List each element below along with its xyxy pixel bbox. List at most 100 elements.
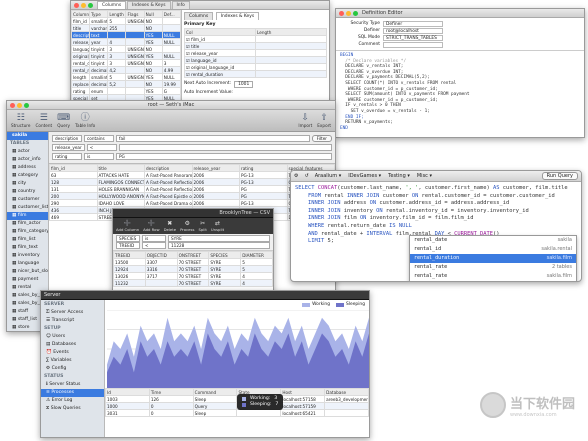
filter-select[interactable]: release_year <box>52 143 85 151</box>
minimize-icon[interactable] <box>346 10 351 16</box>
server-item-processes[interactable]: ≡ Processes <box>41 389 104 397</box>
server-item-server-status[interactable]: ℹ Server Status <box>41 381 104 389</box>
csv-delete-button[interactable]: ✖ Delete <box>164 220 176 232</box>
server-item-transcript[interactable]: ☰ Transcript <box>41 317 104 325</box>
database-name[interactable]: sakila <box>7 132 48 140</box>
column-header[interactable]: Time <box>148 388 194 396</box>
column-header[interactable]: release_year <box>191 164 240 172</box>
csv-filter-select[interactable]: is <box>142 235 166 242</box>
run-query-button[interactable]: Run Query <box>541 172 578 180</box>
column-header[interactable]: OBJECTID <box>144 251 178 259</box>
column-row[interactable]: rental_ratedecimal4,2 NO4.99 <box>71 66 181 74</box>
zoom-icon[interactable] <box>353 10 358 16</box>
column-row[interactable]: lengthsmallint5UNSIGNEDYESNULL <box>71 73 181 81</box>
column-header[interactable]: SPECIES <box>208 251 242 259</box>
sidebar-item-film[interactable]: ▦ film <box>7 212 48 220</box>
column-header[interactable]: Command <box>192 388 238 396</box>
tab-indexes[interactable]: Indexes & Keys <box>127 1 171 9</box>
filter-select[interactable]: description <box>52 134 82 142</box>
toolbar-export-button[interactable]: ⇧ Export <box>317 113 331 128</box>
filter-value-input[interactable]: fail <box>116 134 310 142</box>
column-row[interactable]: original_language_idtinyint3UNSIGNEDYESN… <box>71 52 181 60</box>
sidebar-item-category[interactable]: ▦ category <box>7 172 48 180</box>
sidebar-item-payment[interactable]: ▦ payment <box>7 276 48 284</box>
close-icon[interactable] <box>339 10 344 16</box>
server-item-events[interactable]: ⏰ Events <box>41 349 104 357</box>
sidebar-item-inventory[interactable]: ▦ inventory <box>7 252 48 260</box>
csv-add-row-button[interactable]: ➕ Add Row <box>143 220 159 232</box>
sidebar-item-city[interactable]: ▦ city <box>7 180 48 188</box>
autocomplete-item[interactable]: rental_rate sakila.film <box>410 272 576 281</box>
index-row[interactable]: ☑ title <box>184 42 327 50</box>
csv-process-button[interactable]: ⚙ Process <box>180 220 194 232</box>
history-icon[interactable]: ↺ <box>304 173 308 179</box>
autocomplete-item[interactable]: rental_rate 2 tables <box>410 263 576 272</box>
sidebar-item-language[interactable]: ▦ language <box>7 260 48 268</box>
column-header[interactable]: TREEID <box>113 251 146 259</box>
server-item-variables[interactable]: ∑ Variables <box>41 357 104 365</box>
server-item-server-access[interactable]: ⚿ Server Access <box>41 309 104 317</box>
column-header[interactable]: DIAMETER <box>240 251 273 259</box>
toolbar-content-button[interactable]: ☰ Content <box>35 113 52 128</box>
toolbar-import-button[interactable]: ⇩ Import <box>298 113 312 128</box>
menu-idevgames[interactable]: IDevGames ▾ <box>348 173 381 179</box>
close-icon[interactable] <box>10 102 15 108</box>
csv-row[interactable]: 12924 3316 70 STREET SYRE 5 <box>113 265 273 273</box>
index-row[interactable]: ☑ rental_duration <box>184 70 327 78</box>
csv-unsplit-button[interactable]: ⇄ Unsplit <box>211 220 224 232</box>
tab-columns[interactable]: Columns <box>97 1 127 9</box>
server-item-error-log[interactable]: ⚠ Error Log <box>41 397 104 405</box>
column-row[interactable]: rating enum YES G <box>71 87 181 95</box>
definition-field-value[interactable]: root@localhost <box>383 27 443 34</box>
index-row[interactable]: ☑ original_language_id <box>184 63 327 71</box>
menu-misc[interactable]: Misc ▾ <box>417 173 432 179</box>
csv-filter-select[interactable]: TREEID <box>116 242 140 249</box>
filter-value-input[interactable] <box>118 143 332 151</box>
filter-select[interactable]: is <box>84 152 114 160</box>
minimize-icon[interactable] <box>81 2 86 8</box>
index-row[interactable]: ☑ film_id <box>184 35 327 43</box>
zoom-icon[interactable] <box>24 102 29 108</box>
server-item-databases[interactable]: ▤ Databases <box>41 341 104 349</box>
csv-row[interactable]: 13500 3307 70 STREET SYRE 5 <box>113 258 273 266</box>
bookmark-icon[interactable]: ⚙ <box>294 173 298 179</box>
column-header[interactable]: Database <box>324 388 369 396</box>
column-row[interactable]: release_yearyear4 YESNULL <box>71 38 181 46</box>
column-header[interactable]: Flags <box>125 10 145 18</box>
autocomplete-item[interactable]: rental_duration sakila.film <box>410 254 576 263</box>
column-row[interactable]: descriptiontext YESNULL <box>71 31 181 39</box>
close-icon[interactable] <box>74 2 79 8</box>
column-row[interactable]: replacement_costdecimal5,2 NO19.99 <box>71 80 181 88</box>
csv-split-button[interactable]: ✂ Split <box>198 220 206 232</box>
menu-testing[interactable]: Testing ▾ <box>388 173 410 179</box>
column-header[interactable]: ONSTREET <box>176 251 210 259</box>
definition-field-value[interactable] <box>383 41 443 48</box>
definition-field-value[interactable]: Definer <box>383 20 443 27</box>
sidebar-item-customer_list[interactable]: ▦ customer_list <box>7 204 48 212</box>
sidebar-item-address[interactable]: ▦ address <box>7 164 48 172</box>
server-item-slow-queries[interactable]: ⧖ Slow Queries <box>41 405 104 413</box>
tab-index-keys[interactable]: Indexes & Keys <box>215 12 260 20</box>
server-item-users[interactable]: ☺ Users <box>41 333 104 341</box>
csv-filter-select[interactable]: SPECIES <box>116 235 140 242</box>
column-header[interactable]: Length <box>107 10 127 18</box>
autocomplete-item[interactable]: rental_id sakila.rental <box>410 245 576 254</box>
filter-select[interactable]: rating <box>52 152 82 160</box>
toolbar-table-info-button[interactable]: ⓘ Table Info <box>75 113 95 128</box>
sidebar-item-film_list[interactable]: ▦ film_list <box>7 236 48 244</box>
column-header[interactable]: Host <box>280 388 326 396</box>
column-row[interactable]: title varchar 255 NO <box>71 24 181 32</box>
column-header[interactable]: Null <box>143 10 163 18</box>
toolbar-query-button[interactable]: ⌨ Query <box>57 113 70 128</box>
csv-filter-select[interactable]: < <box>142 242 166 249</box>
tab-index-columns[interactable]: Columns <box>184 12 214 20</box>
csv-add-column-button[interactable]: ➕ Add Column <box>116 220 139 232</box>
csv-filter-value[interactable]: 11228 <box>168 242 270 249</box>
tab-info[interactable]: Info <box>171 1 190 9</box>
sidebar-item-actor[interactable]: ▦ actor <box>7 148 48 156</box>
column-header[interactable]: Id <box>105 388 150 396</box>
sidebar-item-nicer_but_slower_film_list[interactable]: ▦ nicer_but_slower_film_list <box>7 268 48 276</box>
menu-araalium[interactable]: Araalium ▾ <box>315 173 342 179</box>
sidebar-item-film_text[interactable]: ▦ film_text <box>7 244 48 252</box>
sidebar-item-film_actor[interactable]: ▦ film_actor <box>7 220 48 228</box>
